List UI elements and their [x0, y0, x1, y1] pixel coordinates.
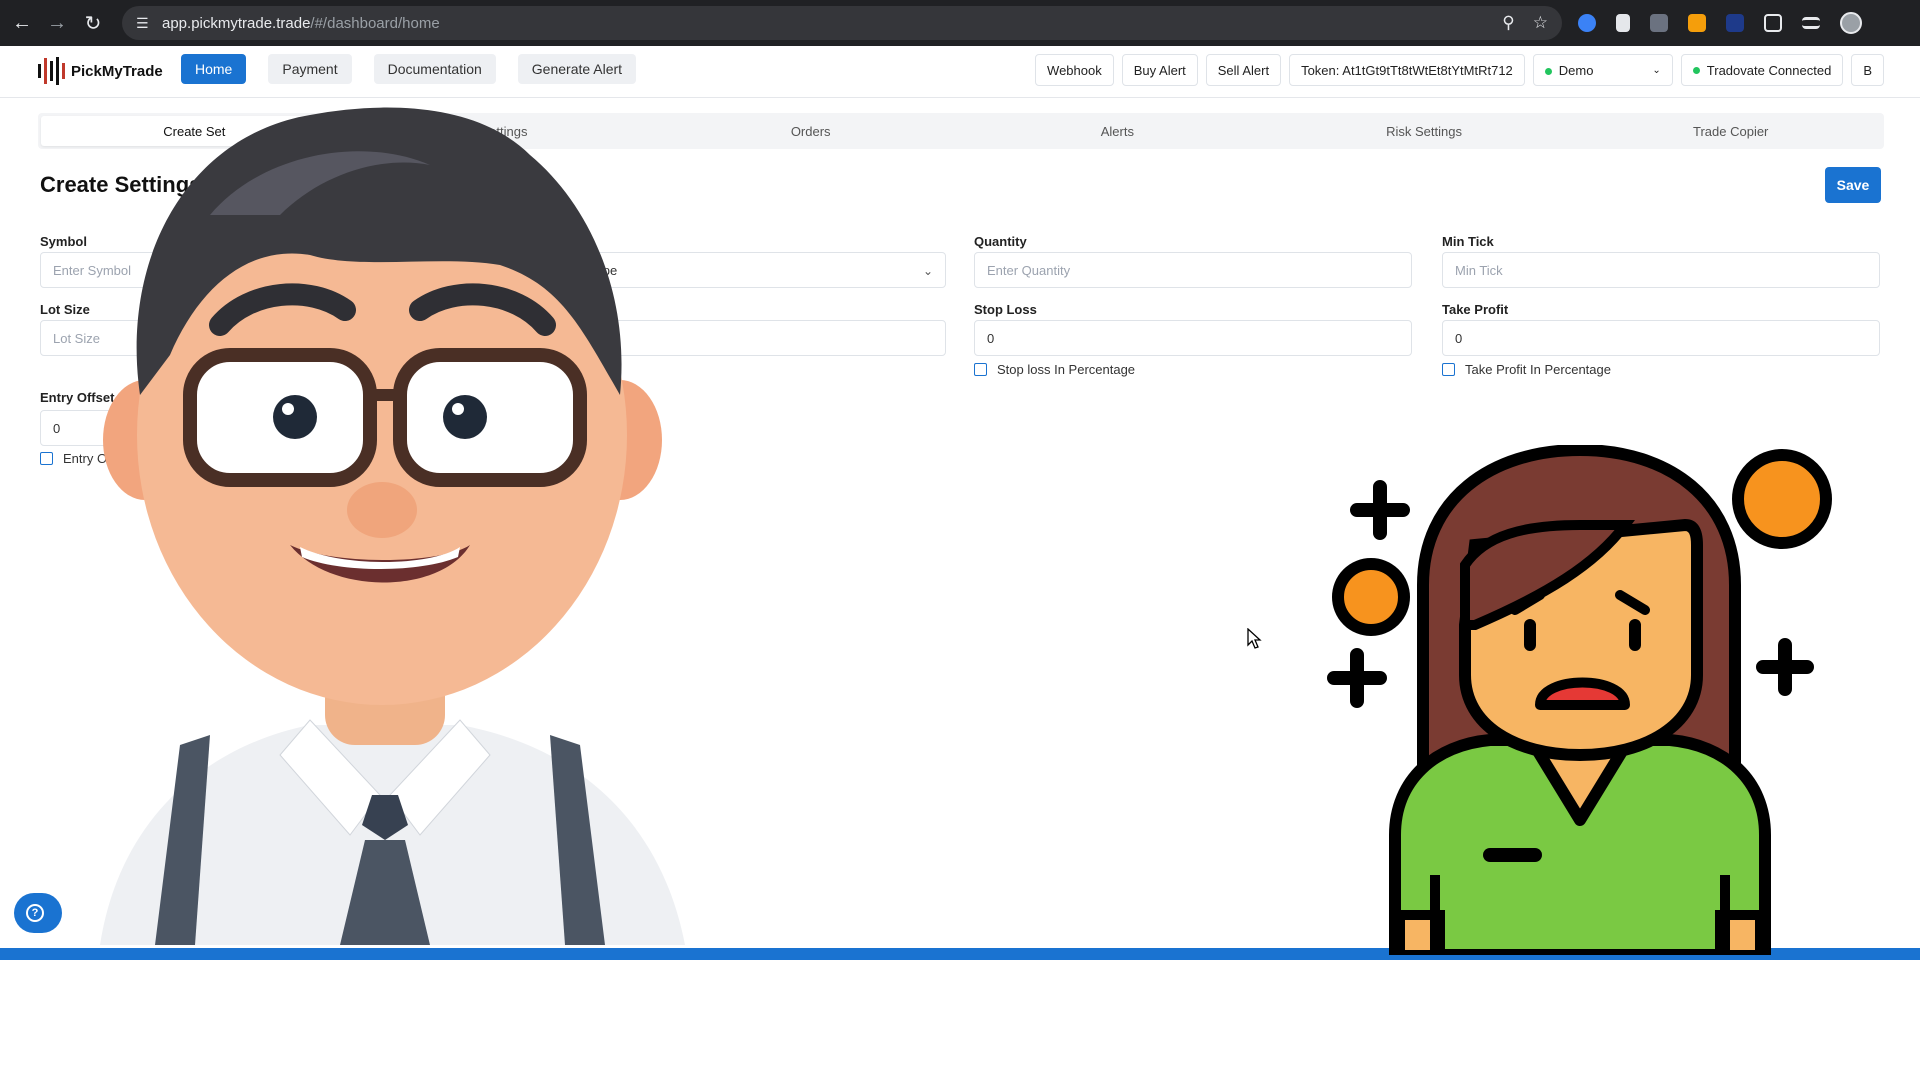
take-profit-percentage-checkbox[interactable] — [1442, 363, 1455, 376]
webhook-button[interactable]: Webhook — [1035, 54, 1114, 86]
chevron-down-icon: ⌄ — [922, 264, 933, 278]
stop-loss-percentage-label: Stop loss In Percentage — [997, 362, 1136, 377]
extension-fox-icon[interactable] — [1688, 14, 1706, 32]
status-dot-icon — [1544, 67, 1552, 75]
tab-alerts[interactable]: Alerts — [964, 113, 1271, 149]
url-path: /#/dashboard/home — [310, 14, 440, 32]
token-button[interactable]: Token: At1tGt9tTt8tWtEt8tYtMtRt712 — [1289, 54, 1525, 86]
profile-avatar[interactable] — [1840, 12, 1862, 34]
connection-status-text: Tradovate Connected — [1706, 62, 1832, 78]
nav-documentation[interactable]: Documentation — [373, 54, 496, 84]
reload-icon[interactable]: ↻ — [73, 0, 113, 46]
nav-home[interactable]: Home — [181, 54, 247, 84]
url-host: app.pickmytrade.trade — [162, 14, 311, 32]
extension-box-icon[interactable] — [1650, 14, 1668, 32]
back-icon[interactable]: ← — [2, 0, 42, 46]
media-list-icon[interactable] — [1802, 17, 1820, 29]
quantity-label: Quantity — [974, 234, 1027, 249]
cartoon-man-illustration — [100, 107, 685, 945]
chevron-down-icon: ⌄ — [1652, 64, 1661, 76]
stop-loss-label: Stop Loss — [974, 302, 1037, 317]
take-profit-input[interactable]: 0 — [1442, 320, 1880, 356]
min-tick-label: Min Tick — [1442, 234, 1494, 249]
address-bar[interactable]: ☰ app.pickmytrade.trade /#/dashboard/hom… — [122, 6, 1562, 40]
extension-letter-icon[interactable] — [1726, 14, 1744, 32]
nav-payment[interactable]: Payment — [268, 54, 352, 84]
forward-icon[interactable]: → — [37, 0, 77, 46]
mouse-cursor-icon — [1247, 628, 1262, 649]
account-mode-select[interactable]: Demo ⌄ — [1532, 54, 1673, 86]
sell-alert-button[interactable]: Sell Alert — [1205, 54, 1282, 86]
app-header: PickMyTrade Home Payment Documentation G… — [0, 46, 1920, 98]
browser-toolbar: ← → ↻ ☰ app.pickmytrade.trade /#/dashboa… — [0, 0, 1920, 46]
extension-rocket-icon[interactable] — [1616, 14, 1630, 32]
take-profit-label: Take Profit — [1442, 302, 1509, 317]
user-menu-button[interactable]: B — [1851, 54, 1884, 86]
logo-mark-icon — [38, 56, 65, 86]
take-profit-percentage-label: Take Profit In Percentage — [1465, 362, 1611, 377]
extension-globe-icon[interactable] — [1578, 14, 1596, 32]
tab-trade-copier[interactable]: Trade Copier — [1577, 113, 1884, 149]
worried-woman-icon — [1327, 445, 1832, 955]
logo-text: PickMyTrade — [71, 62, 163, 80]
take-profit-percentage-option[interactable]: Take Profit In Percentage — [1442, 362, 1611, 377]
connection-status-badge: Tradovate Connected — [1680, 54, 1844, 86]
logo[interactable]: PickMyTrade — [38, 56, 163, 86]
save-button[interactable]: Save — [1825, 167, 1881, 203]
tab-risk-settings[interactable]: Risk Settings — [1271, 113, 1578, 149]
zoom-icon[interactable]: ⚲ — [1502, 13, 1514, 33]
help-button[interactable]: ? — [14, 893, 62, 933]
stop-loss-input[interactable]: 0 — [974, 320, 1412, 356]
min-tick-input[interactable]: Min Tick — [1442, 252, 1880, 288]
stop-loss-percentage-checkbox[interactable] — [974, 363, 987, 376]
nav-generate-alert[interactable]: Generate Alert — [517, 54, 637, 84]
extensions-puzzle-icon[interactable] — [1764, 14, 1782, 32]
question-circle-icon: ? — [26, 904, 44, 922]
stop-loss-percentage-option[interactable]: Stop loss In Percentage — [974, 362, 1135, 377]
account-mode-value: Demo — [1558, 62, 1594, 78]
top-nav: Home Payment Documentation Generate Aler… — [181, 54, 637, 84]
quantity-input[interactable]: Enter Quantity — [974, 252, 1412, 288]
entry-offset-checkbox[interactable] — [40, 452, 53, 465]
connected-dot-icon — [1692, 66, 1700, 74]
bookmark-star-icon[interactable]: ☆ — [1533, 13, 1548, 33]
site-info-icon[interactable]: ☰ — [136, 15, 162, 32]
buy-alert-button[interactable]: Buy Alert — [1121, 54, 1198, 86]
